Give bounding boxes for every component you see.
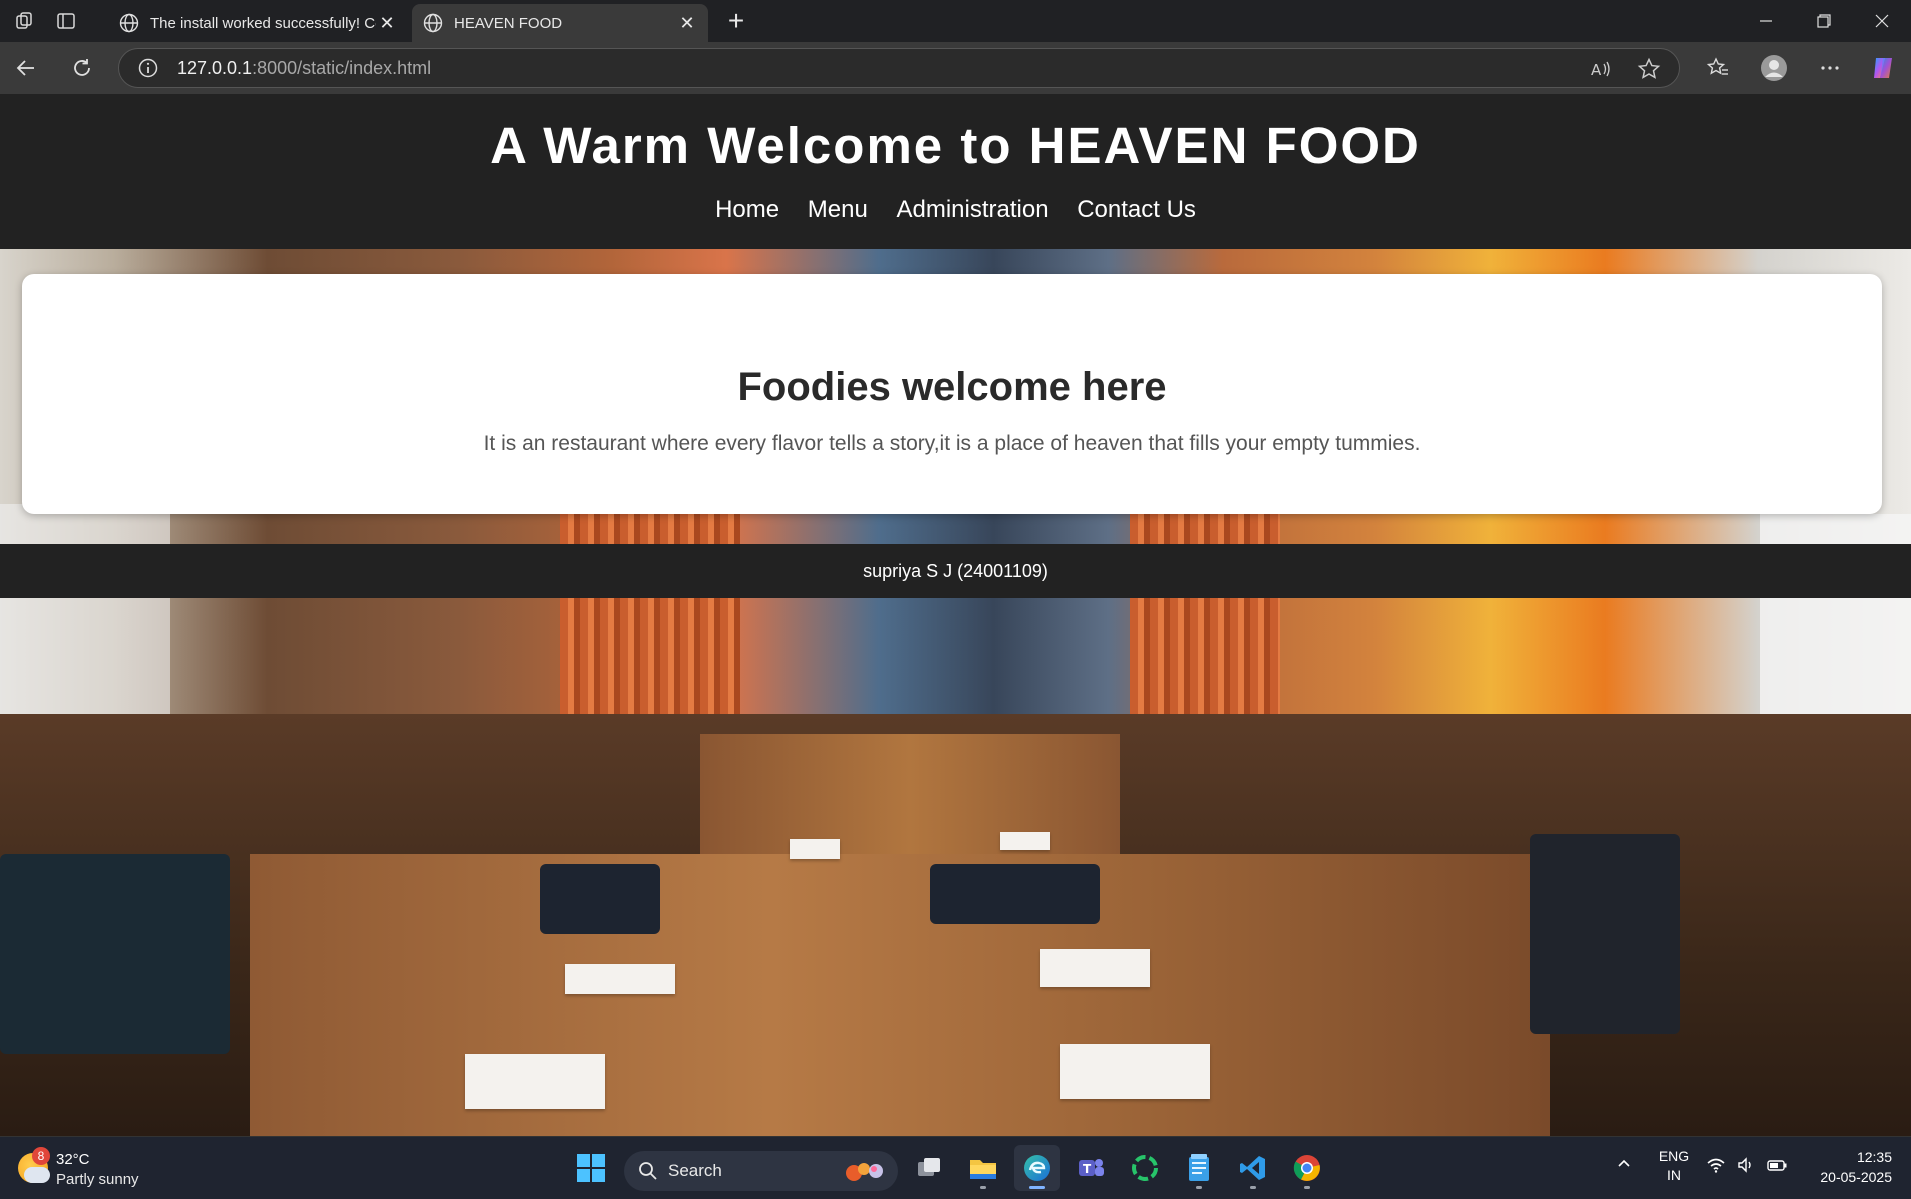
card-heading: Foodies welcome here bbox=[737, 365, 1167, 409]
nav-link-home[interactable]: Home bbox=[715, 196, 779, 223]
chrome-icon[interactable] bbox=[1284, 1145, 1330, 1191]
search-label: Search bbox=[668, 1161, 722, 1180]
restaurant-background-image bbox=[0, 94, 1911, 1136]
weather-widget[interactable]: 8 32°C Partly sunny bbox=[16, 1147, 176, 1191]
copilot-icon[interactable] bbox=[1866, 50, 1902, 86]
tab-install-worked[interactable]: The install worked successfully! Co ✕ bbox=[108, 4, 408, 42]
weather-temperature: 32°C bbox=[56, 1151, 90, 1168]
globe-icon bbox=[423, 13, 443, 33]
profile-avatar-icon[interactable] bbox=[1756, 50, 1792, 86]
back-icon[interactable] bbox=[8, 50, 44, 86]
file-explorer-icon[interactable] bbox=[960, 1145, 1006, 1191]
globe-icon bbox=[119, 13, 139, 33]
nav-link-menu[interactable]: Menu bbox=[808, 196, 868, 223]
address-bar[interactable]: 127.0.0.1:8000/static/index.html A bbox=[118, 48, 1680, 88]
minimize-button[interactable] bbox=[1737, 0, 1795, 42]
clock-time: 12:35 bbox=[1856, 1149, 1892, 1165]
show-hidden-icons-chevron-icon[interactable] bbox=[1614, 1155, 1634, 1175]
sync-app-icon[interactable] bbox=[1122, 1145, 1168, 1191]
volume-icon[interactable] bbox=[1736, 1155, 1756, 1175]
read-aloud-icon[interactable]: A bbox=[1589, 57, 1613, 81]
vscode-icon[interactable] bbox=[1230, 1145, 1276, 1191]
tab-title: HEAVEN FOOD bbox=[454, 14, 563, 32]
close-window-button[interactable] bbox=[1853, 0, 1911, 42]
page-viewport: A Warm Welcome to HEAVEN FOOD Home Menu … bbox=[0, 94, 1911, 1136]
close-tab-icon[interactable]: ✕ bbox=[376, 13, 398, 34]
clock[interactable]: 12:35 20-05-2025 bbox=[1802, 1147, 1902, 1187]
favorites-icon[interactable] bbox=[1700, 50, 1736, 86]
nav-link-administration[interactable]: Administration bbox=[896, 196, 1048, 223]
tab-actions-icon[interactable] bbox=[48, 3, 84, 39]
weather-condition: Partly sunny bbox=[56, 1171, 139, 1188]
restore-button[interactable] bbox=[1795, 0, 1853, 42]
screen: The install worked successfully! Co ✕ HE… bbox=[0, 0, 1911, 1199]
nav-link-contact-us[interactable]: Contact Us bbox=[1077, 196, 1196, 223]
tab-title: The install worked successfully! Co bbox=[150, 14, 376, 32]
site-nav: Home Menu Administration Contact Us bbox=[0, 196, 1911, 224]
weather-cloud-icon bbox=[24, 1167, 50, 1183]
taskbar: 8 32°C Partly sunny Search T ENG IN 12:3… bbox=[0, 1136, 1911, 1199]
more-options-icon[interactable] bbox=[1812, 50, 1848, 86]
url-text: 127.0.0.1:8000/static/index.html bbox=[177, 57, 432, 78]
clock-date: 20-05-2025 bbox=[1820, 1169, 1892, 1185]
workspaces-icon[interactable] bbox=[6, 3, 42, 39]
site-header: A Warm Welcome to HEAVEN FOOD Home Menu … bbox=[0, 94, 1911, 249]
tab-heaven-food[interactable]: HEAVEN FOOD ✕ bbox=[412, 4, 708, 42]
language-indicator[interactable]: ENG IN bbox=[1654, 1147, 1694, 1185]
site-footer: supriya S J (24001109) bbox=[0, 544, 1911, 598]
svg-text:A: A bbox=[1591, 61, 1602, 79]
search-icon bbox=[639, 1162, 657, 1180]
edge-browser-icon[interactable] bbox=[1014, 1145, 1060, 1191]
welcome-card: Foodies welcome here It is an restaurant… bbox=[22, 274, 1882, 514]
refresh-icon[interactable] bbox=[64, 50, 100, 86]
task-view-icon[interactable] bbox=[906, 1145, 952, 1191]
site-info-icon[interactable] bbox=[137, 57, 159, 79]
close-tab-icon[interactable]: ✕ bbox=[676, 13, 698, 34]
search-highlight-icon bbox=[846, 1163, 883, 1181]
region-code: IN bbox=[1667, 1167, 1681, 1183]
taskbar-search[interactable]: Search bbox=[624, 1151, 898, 1191]
wifi-icon[interactable] bbox=[1706, 1155, 1726, 1175]
new-tab-button[interactable]: + bbox=[720, 6, 752, 38]
start-button[interactable] bbox=[568, 1145, 614, 1191]
site-title: A Warm Welcome to HEAVEN FOOD bbox=[490, 117, 1421, 174]
svg-text:T: T bbox=[1083, 1162, 1092, 1176]
battery-icon[interactable] bbox=[1766, 1155, 1788, 1175]
language-code: ENG bbox=[1658, 1148, 1690, 1164]
notepad-icon[interactable] bbox=[1176, 1145, 1222, 1191]
card-text: It is an restaurant where every flavor t… bbox=[483, 432, 1421, 455]
system-tray[interactable] bbox=[1706, 1155, 1792, 1179]
teams-icon[interactable]: T bbox=[1068, 1145, 1114, 1191]
browser-tab-strip: The install worked successfully! Co ✕ HE… bbox=[0, 0, 1911, 42]
notification-badge: 8 bbox=[32, 1147, 50, 1165]
favorite-star-icon[interactable] bbox=[1637, 57, 1661, 81]
